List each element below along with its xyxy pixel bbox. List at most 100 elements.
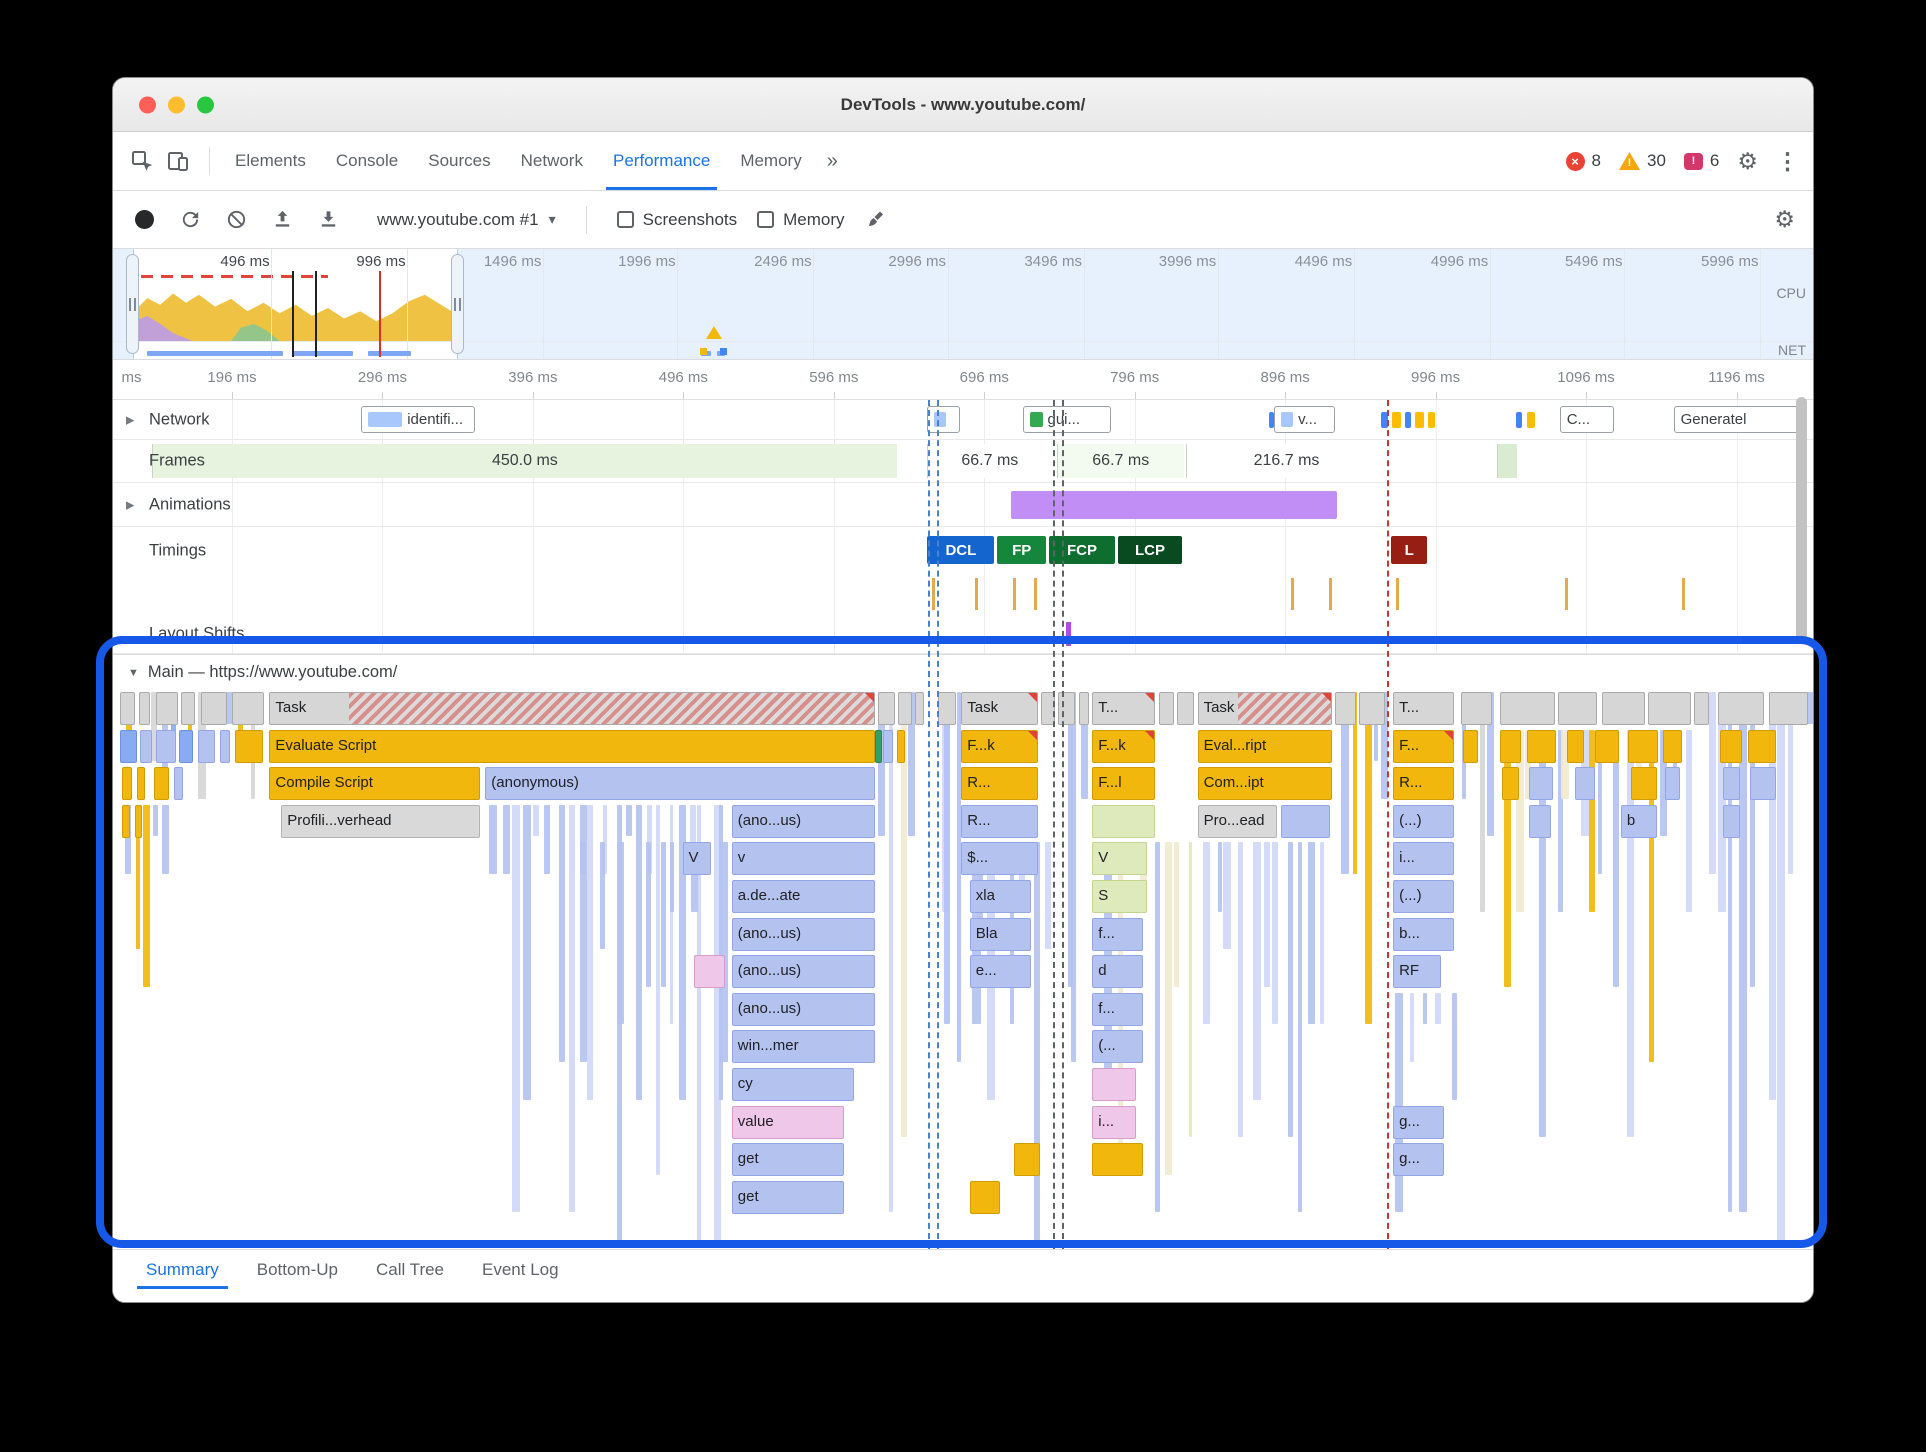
flame-event-bar[interactable]: get [731,1143,844,1177]
timing-marker-fp[interactable]: FP [997,536,1047,564]
flame-event-bar[interactable]: S [1092,880,1147,913]
zoom-window-button[interactable] [197,96,214,113]
zoom-window-right-handle[interactable] [451,254,465,354]
flame-event-bar[interactable]: win...mer [731,1030,875,1064]
timing-marker-lcp[interactable]: LCP [1117,536,1183,564]
frame-duration-segment[interactable]: 66.7 ms [1056,444,1184,478]
network-request-item[interactable]: identifi... [361,406,476,433]
frame-duration-segment[interactable]: 66.7 ms [927,444,1052,478]
timing-marker-fcp[interactable]: FCP [1048,536,1116,564]
device-toolbar-icon[interactable] [163,146,193,176]
close-window-button[interactable] [139,96,156,113]
inspect-element-icon[interactable] [127,146,157,176]
flame-event-bar[interactable]: cy [731,1068,855,1101]
flame-event-bar[interactable]: Task [269,692,875,725]
flame-event-bar[interactable]: (...) [1393,804,1455,838]
layout-shifts-track[interactable]: Layout Shifts [113,615,1813,654]
flame-event-bar[interactable]: g... [1393,1143,1445,1177]
issues-badge[interactable]: ! 6 [1683,151,1719,171]
flame-event-bar[interactable]: (...) [1393,880,1455,913]
console-warnings-badge[interactable]: ! 30 [1618,151,1666,171]
flame-event-bar[interactable]: R... [961,767,1038,801]
flame-event-bar[interactable]: i... [1092,1105,1137,1139]
minimize-window-button[interactable] [168,96,185,113]
network-request-item[interactable]: Generatel [1673,406,1800,433]
flame-event-bar[interactable]: R... [1393,767,1455,801]
more-options-icon[interactable]: ⋮ [1776,149,1799,173]
flame-event-bar[interactable]: F...l [1092,767,1156,801]
flame-event-bar[interactable]: V [1092,842,1147,876]
main-thread-header[interactable]: ▼ Main — https://www.youtube.com/ [113,655,1813,690]
flame-event-bar[interactable]: RF [1393,955,1441,989]
expand-icon[interactable]: ▶ [126,498,134,511]
flame-event-bar[interactable]: i... [1393,842,1455,876]
flame-event-bar[interactable]: f... [1092,917,1144,951]
frames-track[interactable]: Frames 450.0 ms 66.7 ms 66.7 ms 216.7 ms [113,440,1813,483]
memory-checkbox[interactable]: Memory [757,210,845,230]
flame-event-bar[interactable]: Com...ipt [1197,767,1332,801]
flame-event-bar[interactable]: R... [961,804,1038,838]
flame-event-bar[interactable]: b... [1393,917,1455,951]
collapse-icon[interactable]: ▼ [128,667,139,679]
tab-sources[interactable]: Sources [413,132,505,190]
flame-event-bar[interactable]: f... [1092,992,1144,1026]
animation-bar[interactable] [1010,491,1337,519]
flame-event-bar[interactable]: g... [1393,1105,1445,1139]
profile-select[interactable]: www.youtube.com #1 ▾ [377,210,556,230]
flame-event-bar[interactable]: value [731,1105,844,1139]
flame-event-bar[interactable]: (ano...us) [731,992,875,1026]
console-errors-badge[interactable]: × 8 [1565,151,1601,171]
flame-event-bar[interactable]: (ano...us) [731,804,875,838]
vertical-scrollbar[interactable] [1796,397,1807,640]
flame-event-bar[interactable]: xla [969,880,1031,913]
frame-duration-segment[interactable]: 216.7 ms [1185,444,1387,478]
network-request-item[interactable]: C... [1559,406,1615,433]
flame-event-bar[interactable]: Compile Script [269,767,481,801]
flame-event-bar[interactable]: (ano...us) [731,917,875,951]
flame-event-bar[interactable]: F... [1393,729,1455,763]
network-request-item[interactable]: gui... [1022,406,1111,433]
flame-event-bar[interactable]: F...k [1092,729,1156,763]
clear-recording-button[interactable] [223,207,249,233]
frame-duration-segment[interactable] [1496,444,1518,478]
tab-memory[interactable]: Memory [725,132,816,190]
flame-event-bar[interactable]: e... [969,955,1031,989]
flame-event-bar[interactable]: Pro...ead [1197,804,1278,838]
detail-tab-summary[interactable]: Summary [127,1250,238,1289]
animations-track[interactable]: ▶ Animations [113,483,1813,527]
flame-event-bar[interactable]: T... [1393,692,1455,725]
record-button[interactable] [131,207,157,233]
timing-marker-l[interactable]: L [1391,536,1428,564]
flame-event-bar[interactable]: d [1092,955,1144,989]
tab-performance[interactable]: Performance [598,132,725,190]
flame-event-bar[interactable]: (... [1092,1030,1144,1064]
flame-event-bar[interactable]: T... [1092,692,1156,725]
devtools-settings-icon[interactable]: ⚙ [1737,149,1758,173]
overview-zoom-window[interactable] [133,249,459,359]
flame-event-bar[interactable]: Evaluate Script [269,729,875,763]
load-profile-icon[interactable] [269,207,295,233]
flame-event-bar[interactable]: V [682,842,712,876]
save-profile-icon[interactable] [315,207,341,233]
flame-event-bar[interactable]: get [731,1180,844,1214]
flame-event-bar[interactable]: (ano...us) [731,955,875,989]
tab-elements[interactable]: Elements [220,132,321,190]
flame-event-bar[interactable]: (anonymous) [485,767,875,801]
flame-chart[interactable]: Task Task T... Task T... Evaluate Script F...k… [113,690,1813,1240]
flame-event-bar[interactable]: a.de...ate [731,880,875,913]
flame-event-bar[interactable]: Eval...ript [1197,729,1332,763]
flame-event-bar[interactable]: Task [961,692,1038,725]
detail-tab-event-log[interactable]: Event Log [463,1250,578,1289]
tab-console[interactable]: Console [321,132,413,190]
more-tabs-icon[interactable]: » [817,150,848,173]
detail-tab-bottom-up[interactable]: Bottom-Up [238,1250,357,1289]
flame-event-bar[interactable]: b [1620,804,1657,838]
timings-track[interactable]: Timings DCL FP FCP LCP L [113,527,1813,574]
detail-tab-call-tree[interactable]: Call Tree [357,1250,463,1289]
screenshots-checkbox[interactable]: Screenshots [616,210,737,230]
tab-network[interactable]: Network [506,132,598,190]
flame-event-bar[interactable]: Task [1197,692,1332,725]
network-request-item[interactable]: v... [1274,406,1336,433]
frame-duration-segment[interactable]: 450.0 ms [152,444,897,478]
flame-event-bar[interactable]: Profili...verhead [281,804,481,838]
